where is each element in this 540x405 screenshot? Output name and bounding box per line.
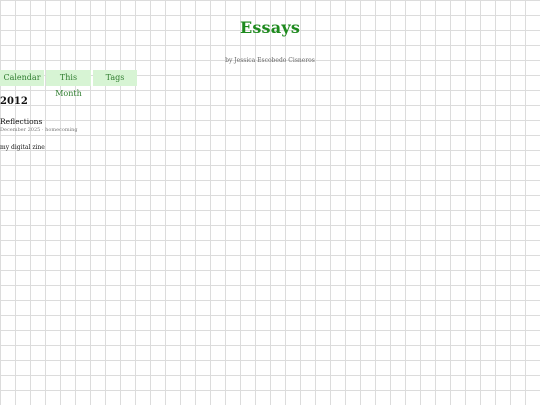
byline: by Jessica Escobedo Cisneros: [225, 57, 315, 64]
footer-text: my digital zine: [0, 144, 45, 151]
tab-tags[interactable]: Tags: [93, 70, 137, 86]
post-title-link[interactable]: Reflections: [0, 117, 42, 126]
post-meta: December 2025 · homecoming: [0, 127, 78, 133]
tab-calendar[interactable]: Calendar: [0, 70, 44, 86]
site-title: Essays: [239, 18, 301, 37]
tab-this-month[interactable]: This Month: [46, 70, 91, 98]
nav-tabs: Calendar This Month Tags: [0, 70, 137, 98]
year-heading: 2012: [0, 96, 28, 107]
